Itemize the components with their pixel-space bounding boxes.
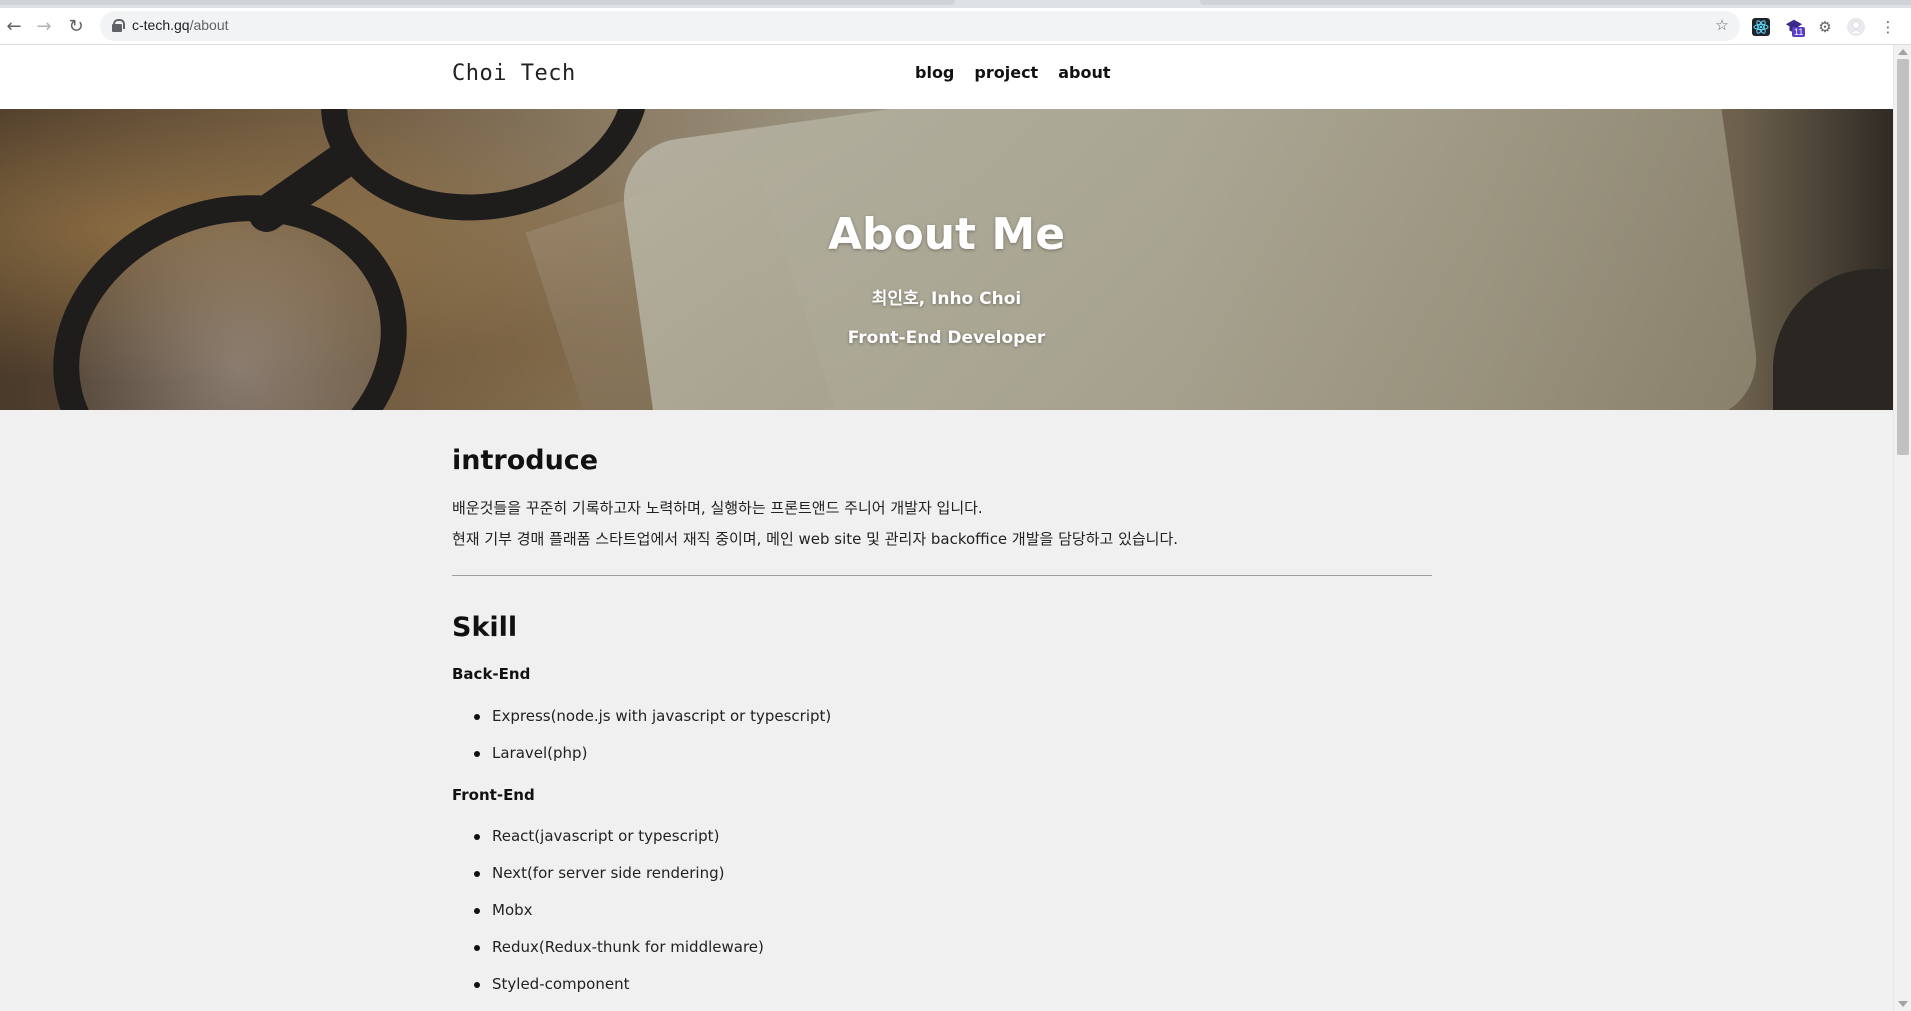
react-devtools-icon[interactable] — [1751, 17, 1771, 37]
list-item: Next(for server side rendering) — [473, 864, 725, 882]
hero-role: Front-End Developer — [847, 328, 1046, 348]
scroll-down-arrow-icon[interactable] — [1898, 1001, 1908, 1007]
profile-avatar-icon[interactable] — [1846, 17, 1866, 37]
site-nav: blog project about — [915, 63, 1110, 82]
page-scrollbar[interactable] — [1893, 45, 1911, 1011]
browser-toolbar: ← → ↻ c-tech.gq/about ☆ 11 ⚙ ⋮ — [0, 8, 1911, 45]
extension-graduation-icon[interactable]: 11 — [1784, 17, 1806, 37]
inactive-tab[interactable] — [0, 0, 955, 5]
forward-arrow-icon[interactable]: → — [30, 12, 58, 40]
section-divider — [452, 575, 1432, 576]
bookmark-star-icon[interactable]: ☆ — [1712, 15, 1732, 35]
site-header: Choi Tech blog project about — [0, 45, 1893, 109]
address-bar[interactable]: c-tech.gq/about ☆ — [100, 11, 1740, 41]
extension-badge: 11 — [1792, 27, 1806, 37]
hero-name: 최인호, Inho Choi — [871, 289, 1022, 309]
tab-strip — [0, 0, 1911, 8]
introduce-text-line: 현재 기부 경매 플래폼 스타트업에서 재직 중이며, 메인 web site … — [452, 530, 1179, 548]
list-item: Styled-component — [473, 975, 630, 993]
browser-menu-icon[interactable]: ⋮ — [1878, 17, 1898, 37]
back-arrow-icon[interactable]: ← — [0, 12, 28, 40]
scrollbar-thumb[interactable] — [1897, 59, 1909, 455]
list-item: React(javascript or typescript) — [473, 827, 720, 845]
list-item: Mobx — [474, 901, 533, 919]
nav-link-blog[interactable]: blog — [915, 63, 954, 82]
scroll-up-arrow-icon[interactable] — [1898, 49, 1908, 55]
list-item: Express(node.js with javascript or types… — [473, 707, 832, 725]
lock-icon[interactable] — [112, 19, 125, 32]
list-item: Redux(Redux-thunk for middleware) — [474, 938, 764, 956]
hero-title: About Me — [827, 209, 1066, 260]
backend-subheading: Back-End — [452, 665, 531, 683]
introduce-text-line: 배운것들을 꾸준히 기록하고자 노력하며, 실행하는 프론트앤드 주니어 개발자… — [452, 499, 983, 517]
hero-banner: About Me 최인호, Inho Choi Front-End Develo… — [0, 109, 1893, 410]
url-text[interactable]: c-tech.gq/about — [132, 17, 229, 33]
nav-link-project[interactable]: project — [974, 63, 1038, 82]
page-viewport: Choi Tech blog project about About Me 최인… — [0, 45, 1893, 1011]
site-logo[interactable]: Choi Tech — [452, 61, 576, 86]
list-item: Laravel(php) — [473, 744, 588, 762]
skill-heading: Skill — [452, 612, 518, 643]
inactive-tab[interactable] — [1200, 0, 1911, 5]
puzzle-extensions-icon[interactable]: ⚙ — [1815, 17, 1835, 37]
frontend-subheading: Front-End — [452, 786, 535, 804]
introduce-heading: introduce — [452, 445, 599, 476]
nav-link-about[interactable]: about — [1058, 63, 1110, 82]
reload-icon[interactable]: ↻ — [62, 12, 90, 40]
